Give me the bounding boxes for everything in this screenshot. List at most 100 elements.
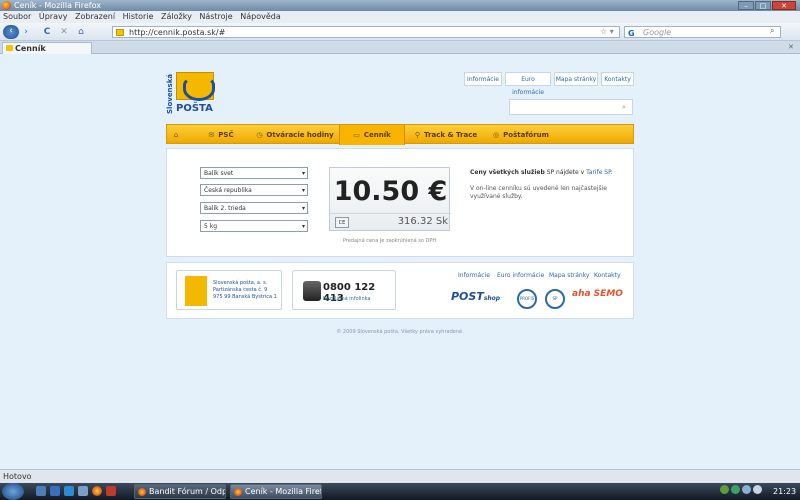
firefox-icon (138, 488, 146, 496)
forum-icon: ◎ (493, 131, 500, 139)
chevron-down-icon: ▾ (301, 187, 305, 194)
task-label: Bandit Fórum / Odpo... (149, 487, 226, 496)
system-tray (720, 485, 770, 497)
taskbar: Bandit Fórum / Odpo... Ceník - Mozilla F… (0, 483, 800, 500)
nav-cennik[interactable]: ▭ Cenník (339, 125, 405, 145)
quicklaunch-ie-icon[interactable] (64, 486, 74, 496)
forward-button[interactable]: › (20, 26, 32, 38)
footer-link-mapa[interactable]: Mapa stránky (549, 272, 589, 279)
price-note: Predajná cena je zaokrúhlená so DPH (342, 238, 437, 244)
nav-track-trace[interactable]: ⚲ Track & Trace (412, 125, 480, 145)
price-calculator-panel: Balík svet ▾ Česká republika ▾ Balík 2. tr… (166, 148, 634, 257)
phone-icon (303, 281, 321, 301)
profis-seal-icon[interactable]: PROFIS (517, 289, 537, 309)
tariff-info: Ceny všetkých služieb SP nájdete v Tarif… (470, 169, 620, 177)
stop-button[interactable]: ✕ (58, 26, 70, 38)
select-service-value: Balík svet (204, 170, 234, 177)
copyright: © 2009 Slovenská pošta. Všetky práva vyh… (336, 329, 464, 335)
quicklaunch-firefox-icon[interactable] (92, 486, 102, 496)
google-icon[interactable]: G (628, 28, 638, 38)
footer-address-card: Slovenská pošta, a. s. Partizánska cesta… (176, 270, 282, 310)
aha-logo[interactable]: aha SEMO (572, 289, 624, 309)
volume-icon[interactable] (753, 485, 762, 494)
quicklaunch-app-icon[interactable] (106, 486, 116, 496)
search-icon[interactable]: ⌕ (770, 26, 774, 36)
select-weight-value: 5 kg (204, 223, 218, 230)
posta-logo-icon (185, 276, 207, 306)
tab-cennik[interactable]: Cenník (2, 42, 92, 54)
quicklaunch-switch-icon[interactable] (50, 486, 60, 496)
search-input[interactable]: G Google (624, 26, 781, 38)
select-class[interactable]: Balík 2. trieda ▾ (200, 202, 308, 214)
back-button[interactable]: ‹ (3, 25, 19, 39)
quicklaunch-desktop-icon[interactable] (36, 486, 46, 496)
select-service[interactable]: Balík svet ▾ (200, 167, 308, 179)
menu-soubor[interactable]: Soubor (1, 11, 33, 23)
tray-icon[interactable] (720, 485, 729, 494)
navigation-toolbar: ‹ › C ✕ ⌂ http://cennik.posta.sk/# ☆ ▾ G… (0, 23, 800, 41)
tariff-info-bold: Ceny všetkých služieb (470, 169, 545, 176)
toplink-euro[interactable]: Euro informácie (505, 72, 551, 96)
close-window-button[interactable]: ✕ (772, 1, 796, 10)
menu-zobrazeni[interactable]: Zobrazení (73, 11, 117, 23)
url-bar[interactable]: http://cennik.posta.sk/# (112, 26, 620, 38)
nav-forum-label: Poštafórum (503, 131, 549, 139)
postshop-text: POST (451, 290, 484, 303)
bookmark-star-icon[interactable]: ☆ ▾ (600, 27, 614, 36)
select-weight[interactable]: 5 kg ▾ (200, 220, 308, 232)
footer-link-kontakty[interactable]: Kontakty (594, 272, 621, 279)
posta-logo[interactable]: Slovenská POŠTA (166, 72, 216, 116)
menu-upravy[interactable]: Úpravy (37, 11, 70, 23)
minimize-button[interactable]: – (738, 1, 754, 10)
site-favicon (116, 29, 124, 36)
close-tab-icon[interactable]: ✕ (788, 43, 794, 51)
toplink-mapa[interactable]: Mapa stránky (554, 72, 598, 86)
quicklaunch-media-icon[interactable] (78, 486, 88, 496)
taskbar-clock[interactable]: 21:23 (773, 483, 796, 500)
postshop-logo[interactable]: POSTshop (451, 290, 500, 303)
select-country[interactable]: Česká republika ▾ (200, 184, 308, 196)
tariff-link[interactable]: Tarife SP (586, 169, 611, 176)
tab-favicon (6, 45, 13, 51)
posthorn-icon (176, 72, 215, 101)
nav-psc[interactable]: ✉ PSČ (191, 125, 251, 145)
price-display: 10.50 € CE 316.32 Sk (329, 167, 451, 231)
start-button[interactable] (2, 483, 24, 500)
toplink-informacie[interactable]: Informácie (464, 72, 502, 86)
taskbar-item-bandit[interactable]: Bandit Fórum / Odpo... (134, 484, 226, 499)
pin-icon: ⚲ (414, 131, 421, 139)
reload-button[interactable]: C (41, 26, 53, 38)
footer-address: Slovenská pošta, a. s. Partizánska cesta… (213, 280, 283, 301)
site-search-input[interactable]: ⌕ (509, 99, 633, 115)
logo-vertical-text: Slovenská (166, 73, 174, 115)
select-country-value: Česká republika (204, 187, 252, 194)
menu-zalozky[interactable]: Záložky (159, 11, 194, 23)
ce-button[interactable]: CE (335, 217, 349, 228)
address-line: 975 99 Banská Bystrica 1 (213, 294, 277, 300)
nav-psc-label: PSČ (218, 131, 234, 139)
nav-otvaracie-hodiny[interactable]: ◷ Otváracie hodiny (255, 125, 335, 145)
sp-seal-icon[interactable]: SP (545, 289, 565, 309)
footer-phone-card: 0800 122 413 bezplatná infolinka (292, 270, 396, 310)
tray-icon[interactable] (731, 485, 740, 494)
home-button[interactable]: ⌂ (75, 26, 87, 38)
firefox-icon (2, 1, 11, 10)
envelope-icon: ✉ (208, 131, 215, 139)
footer-link-informacie[interactable]: Informácie (458, 272, 490, 279)
nav-postaforum[interactable]: ◎ Poštafórum (485, 125, 557, 145)
tariff-info-text: SP nájdete v (544, 169, 587, 176)
nav-home[interactable]: ⌂ (167, 125, 189, 145)
clock-icon: ◷ (256, 131, 263, 139)
menu-napoveda[interactable]: Nápověda (238, 11, 283, 23)
tab-bar: Cenník ✕ (0, 41, 800, 54)
site-search-icon[interactable]: ⌕ (622, 103, 626, 112)
network-icon[interactable] (742, 485, 751, 494)
maximize-button[interactable]: □ (755, 1, 771, 10)
menu-historie[interactable]: Historie (121, 11, 156, 23)
toplink-kontakty[interactable]: Kontakty (601, 72, 634, 86)
menu-nastroje[interactable]: Nástroje (197, 11, 234, 23)
footer-link-euro[interactable]: Euro informácie (497, 272, 544, 279)
search-placeholder: Google (643, 28, 672, 37)
taskbar-item-cennik[interactable]: Ceník - Mozilla Firef... (230, 484, 322, 499)
chevron-down-icon: ▾ (301, 170, 305, 177)
